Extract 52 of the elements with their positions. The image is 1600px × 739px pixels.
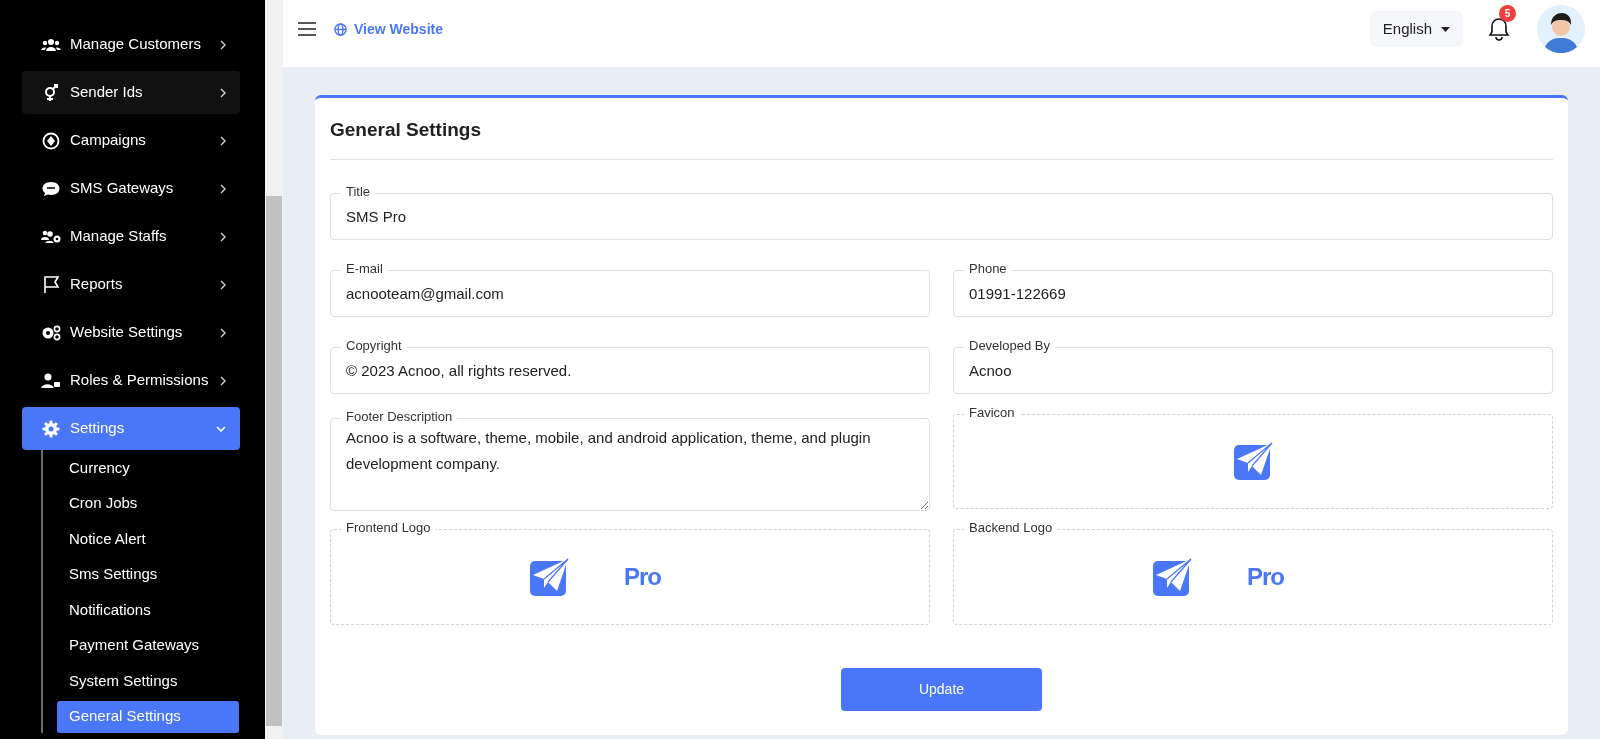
chevron-right-icon [220, 183, 226, 194]
submenu-item[interactable]: General Settings [57, 700, 239, 733]
logo-text: Pro [624, 561, 661, 592]
sidebar-item[interactable]: Campaigns [22, 119, 240, 162]
users-icon [41, 37, 61, 52]
notification-badge: 5 [1499, 5, 1516, 22]
view-website-link[interactable]: View Website [334, 18, 443, 40]
submenu-item[interactable]: Cron Jobs [57, 487, 239, 520]
sidebar-item[interactable]: Manage Staffs [22, 215, 240, 258]
update-button[interactable]: Update [841, 667, 1042, 711]
chevron-right-icon [220, 375, 226, 386]
sidebar-item[interactable]: Manage Customers [22, 23, 240, 66]
gears-icon [41, 324, 61, 341]
sidebar-item[interactable]: Sender Ids [22, 71, 240, 114]
scrollbar[interactable] [265, 0, 283, 739]
paper-plane-icon [1233, 441, 1273, 481]
sidebar-item[interactable]: Reports [22, 263, 240, 306]
bell-icon[interactable] [1488, 17, 1510, 41]
target-icon [42, 131, 60, 150]
avatar[interactable] [1537, 5, 1585, 53]
sidebar-item[interactable]: Website Settings [22, 311, 240, 354]
menu-icon[interactable] [298, 22, 316, 36]
sidebar-item[interactable]: SMS Gateways [22, 167, 240, 210]
flag-icon [42, 275, 60, 294]
submenu-item[interactable]: Notifications [57, 594, 239, 626]
submenu-item[interactable]: Notice Alert [57, 523, 239, 555]
paper-plane-icon [1152, 556, 1192, 597]
logo-text: Pro [1247, 561, 1284, 592]
submenu-item[interactable]: Payment Gateways [57, 629, 239, 662]
chevron-right-icon [220, 279, 226, 290]
chevron-right-icon [220, 39, 226, 50]
submenu-item[interactable]: Currency [57, 452, 239, 484]
gear-icon [42, 419, 60, 438]
sidebar-item[interactable]: Settings [22, 407, 240, 450]
team-gear-icon [41, 229, 61, 244]
chevron-right-icon [220, 87, 226, 98]
submenu-item[interactable]: System Settings [57, 665, 239, 697]
chevron-right-icon [220, 327, 226, 338]
submenu-item[interactable]: Sms Settings [57, 558, 239, 591]
scrollbar-thumb[interactable] [266, 196, 282, 726]
chevron-down-icon [216, 425, 226, 432]
language-dropdown[interactable]: English [1369, 11, 1463, 47]
caret-icon [1441, 26, 1450, 32]
user-lock-icon [41, 372, 61, 389]
chat-bubble-icon [42, 180, 60, 197]
paper-plane-icon [529, 556, 569, 597]
gender-icon [43, 83, 59, 102]
sidebar-item[interactable]: Roles & Permissions [22, 359, 240, 402]
chevron-right-icon [220, 231, 226, 242]
card-title: General Settings [330, 116, 1553, 160]
globe-icon [334, 22, 347, 36]
chevron-right-icon [220, 135, 226, 146]
